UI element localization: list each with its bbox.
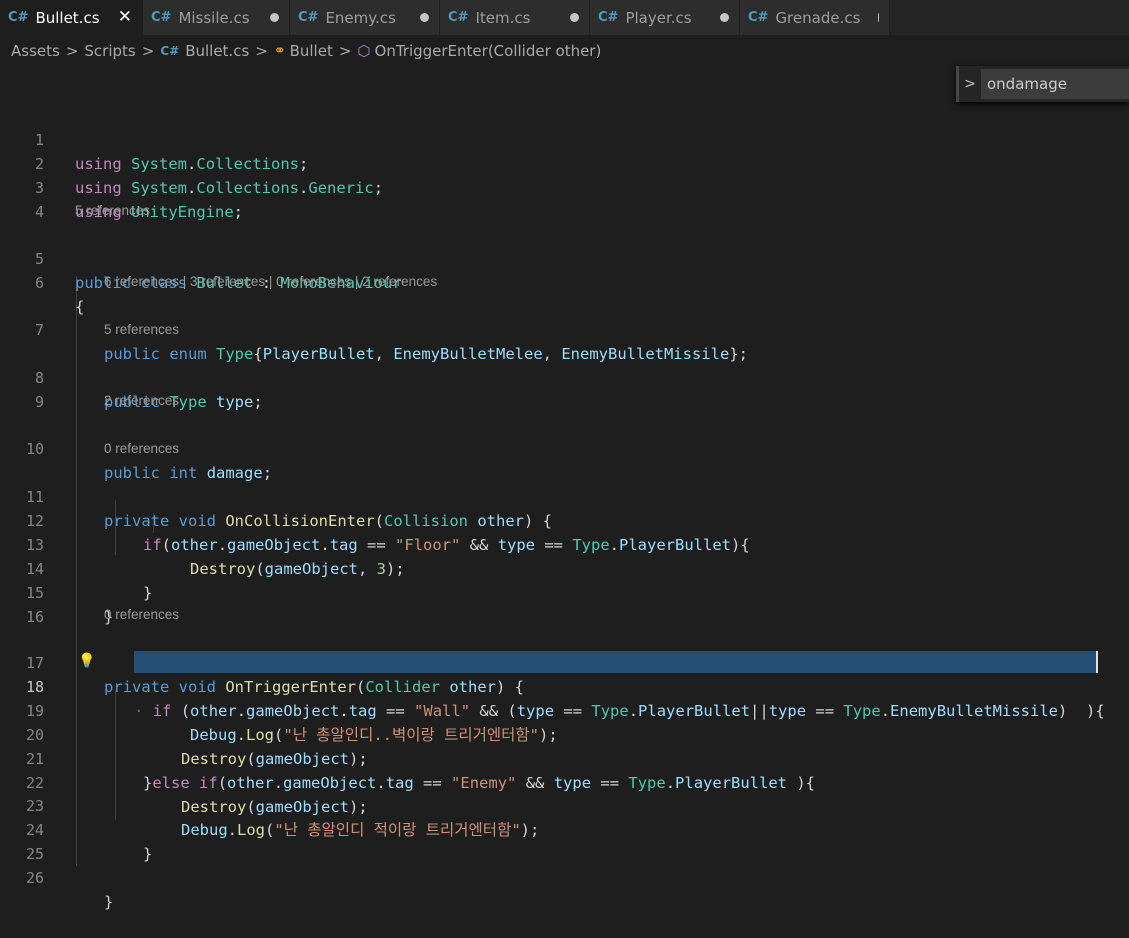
code-line: 22 Destroy(gameObject); — [0, 747, 368, 816]
code-line: 10 public int damage; — [0, 413, 272, 482]
chevron-right-icon: > — [338, 42, 352, 60]
codelens-references[interactable]: 6 references | 3 references | 0 referenc… — [104, 271, 437, 293]
code-line: 12 if(other.gameObject.tag == "Floor" &&… — [0, 485, 750, 554]
code-line: 2 using System.Collections.Generic; — [0, 128, 383, 197]
tab-label: Missile.cs — [178, 8, 250, 27]
line-number: 26 — [25, 869, 44, 887]
find-widget: > ondamage — [956, 66, 1129, 102]
csharp-file-icon: C# — [298, 10, 319, 25]
csharp-file-icon: C# — [748, 10, 769, 25]
code-line: 1 using System.Collections; — [0, 104, 308, 173]
tab-label: Item.cs — [475, 8, 531, 27]
line-number: 4 — [34, 203, 44, 221]
code-line: 8 public Type type; — [0, 342, 263, 411]
lightbulb-icon[interactable]: 💡 — [78, 653, 95, 669]
breadcrumb-method[interactable]: OnTriggerEnter(Collider other) — [375, 42, 602, 60]
code-line: 13 Destroy(gameObject, 3); — [0, 509, 405, 578]
method-icon: ⬡ — [357, 42, 371, 60]
code-line: 19 Debug.Log("난 총알인디..벽이랑 트리거엔터함"); — [0, 675, 558, 744]
text-cursor — [1096, 651, 1098, 673]
tab-player-cs[interactable]: C# Player.cs — [590, 0, 740, 35]
code-line: 16 — [0, 581, 44, 626]
code-line: 17 private void OnTriggerEnter(Collider … — [0, 627, 524, 696]
code-line: 5 public class Bullet : MonoBehaviour — [0, 223, 402, 292]
chevron-right-icon: > — [65, 42, 79, 60]
unsaved-dot-icon[interactable] — [270, 13, 279, 22]
breadcrumb: Assets > Scripts > C# Bullet.cs > ⚭ Bull… — [0, 35, 1129, 67]
chevron-right-icon[interactable]: > — [959, 76, 981, 92]
code-line: 21 }else if(other.gameObject.tag == "Ene… — [0, 723, 815, 792]
codelens-references[interactable]: 5 references — [104, 319, 179, 341]
tab-label: Enemy.cs — [325, 8, 396, 27]
codelens-references[interactable]: 2 references — [104, 390, 179, 412]
tab-enemy-cs[interactable]: C# Enemy.cs — [290, 0, 440, 35]
unsaved-dot-icon[interactable] — [420, 13, 429, 22]
line-number: 16 — [25, 608, 44, 626]
code-line: 7 public enum Type{PlayerBullet, EnemyBu… — [0, 294, 748, 363]
code-line: 24 } — [0, 794, 152, 863]
tab-label: Grenade.cs — [775, 8, 861, 27]
tab-item-cs[interactable]: C# Item.cs — [440, 0, 590, 35]
code-line: 9 — [0, 366, 44, 411]
line-number: 9 — [34, 393, 44, 411]
line-number: 6 — [34, 274, 44, 292]
tab-bar: C# Bullet.cs ✕ C# Missile.cs C# Enemy.cs… — [0, 0, 1129, 35]
tab-bullet-cs[interactable]: C# Bullet.cs ✕ — [0, 0, 143, 35]
tab-label: Player.cs — [625, 8, 692, 27]
tab-label: Bullet.cs — [35, 8, 100, 27]
csharp-file-icon: C# — [8, 10, 29, 25]
csharp-file-icon: C# — [151, 10, 172, 25]
code-line: 23 Debug.Log("난 총알인디 적이랑 트리거엔터함"); — [0, 770, 539, 839]
code-line: 3 using UnityEngine; — [0, 152, 243, 221]
breadcrumb-class[interactable]: Bullet — [290, 42, 333, 60]
chevron-right-icon: > — [141, 42, 155, 60]
line-number: 10 — [25, 440, 44, 458]
csharp-file-icon: C# — [160, 44, 180, 58]
codelens-references[interactable]: 5 references — [75, 200, 150, 222]
tab-grenade-cs[interactable]: C# Grenade.cs — [740, 0, 890, 35]
code-line: 11 private void OnCollisionEnter(Collisi… — [0, 461, 552, 530]
code-line: 26 } — [0, 842, 113, 911]
code-line: 15 } — [0, 557, 113, 626]
line-number: 7 — [34, 321, 44, 339]
unsaved-dot-icon[interactable] — [878, 13, 879, 22]
find-input[interactable]: ondamage — [981, 69, 1129, 99]
tab-missile-cs[interactable]: C# Missile.cs — [143, 0, 290, 35]
indent-guide — [76, 276, 77, 866]
code-line-current: 18 · if (other.gameObject.tag == "Wall" … — [0, 651, 1105, 720]
unsaved-dot-icon[interactable] — [570, 13, 579, 22]
code-line: 20 Destroy(gameObject); — [0, 699, 368, 768]
class-icon: ⚭ — [273, 43, 286, 59]
close-icon[interactable]: ✕ — [118, 9, 132, 26]
code-line: 6 { — [0, 247, 84, 316]
chevron-right-icon: > — [255, 42, 268, 60]
csharp-file-icon: C# — [598, 10, 619, 25]
code-line: 4 — [0, 176, 44, 221]
indent-guide — [115, 690, 116, 820]
codelens-references[interactable]: 0 references — [104, 604, 179, 626]
csharp-file-icon: C# — [448, 10, 469, 25]
code-line: 25 — [0, 818, 44, 863]
code-editor[interactable]: 1 using System.Collections; 2 using Syst… — [0, 100, 1129, 911]
text-selection — [134, 651, 1097, 673]
breadcrumb-file[interactable]: Bullet.cs — [185, 42, 249, 60]
breadcrumb-scripts[interactable]: Scripts — [84, 42, 135, 60]
breadcrumb-assets[interactable]: Assets — [11, 42, 60, 60]
unsaved-dot-icon[interactable] — [720, 13, 729, 22]
codelens-references[interactable]: 0 references — [104, 438, 179, 460]
code-line: 14 } — [0, 533, 152, 602]
